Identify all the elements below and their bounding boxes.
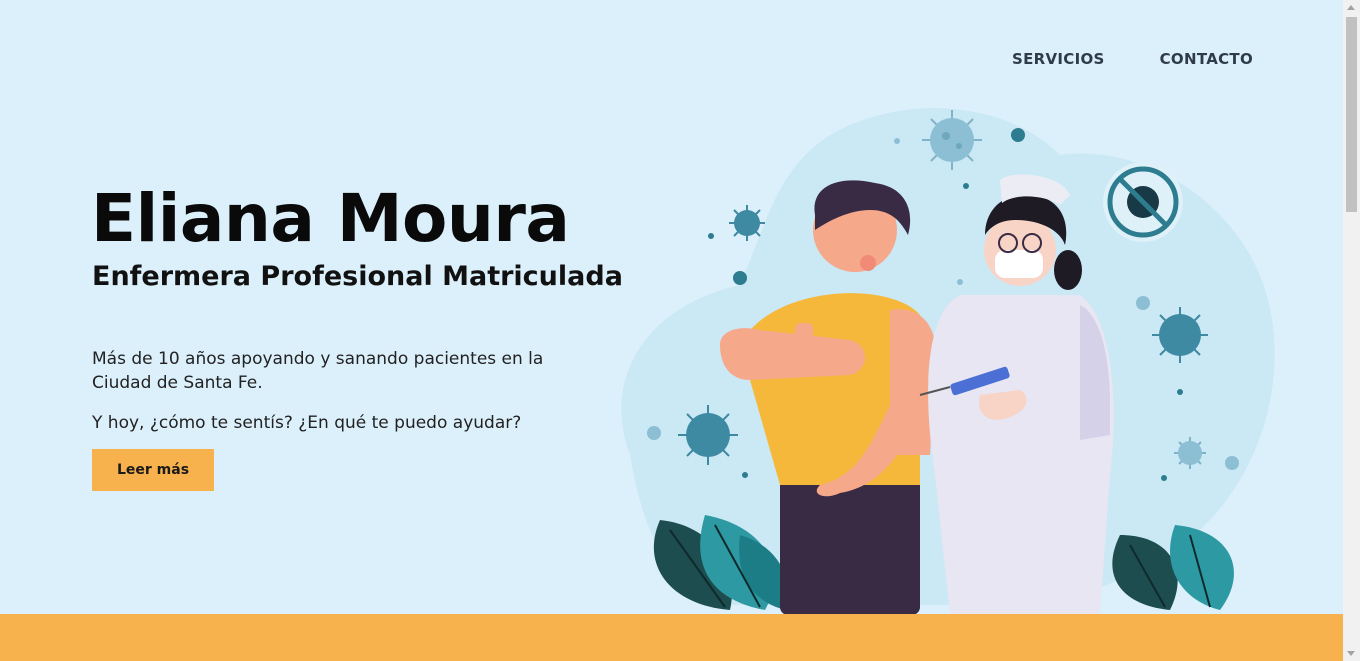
leaves-right [1112,525,1234,610]
vaccination-illustration-icon [621,108,1275,615]
no-virus-sign-icon [1103,162,1183,242]
virus-icon [1152,307,1208,363]
read-more-button[interactable]: Leer más [92,449,214,491]
scroll-down-arrow-icon[interactable] [1347,651,1355,656]
virus-icon [678,405,738,465]
nav-link-contacto[interactable]: CONTACTO [1160,50,1253,68]
virus-icon [729,205,765,241]
hero-question: Y hoy, ¿cómo te sentís? ¿En qué te puedo… [92,413,522,433]
scrollbar-thumb[interactable] [1346,17,1357,212]
virus-icon [922,110,982,170]
hero-intro: Más de 10 años apoyando y sanando pacien… [92,349,544,393]
vertical-scrollbar[interactable] [1343,0,1360,661]
page: SERVICIOS CONTACTO Eliana Moura Enfermer… [0,0,1343,661]
hero-role: Enfermera Profesional Matriculada [92,261,623,292]
nav-link-servicios[interactable]: SERVICIOS [1012,50,1105,68]
accent-band [0,614,1343,661]
top-nav: SERVICIOS CONTACTO [1012,50,1253,68]
hero-name: Eliana Moura [91,180,570,257]
scroll-up-arrow-icon[interactable] [1347,5,1355,10]
